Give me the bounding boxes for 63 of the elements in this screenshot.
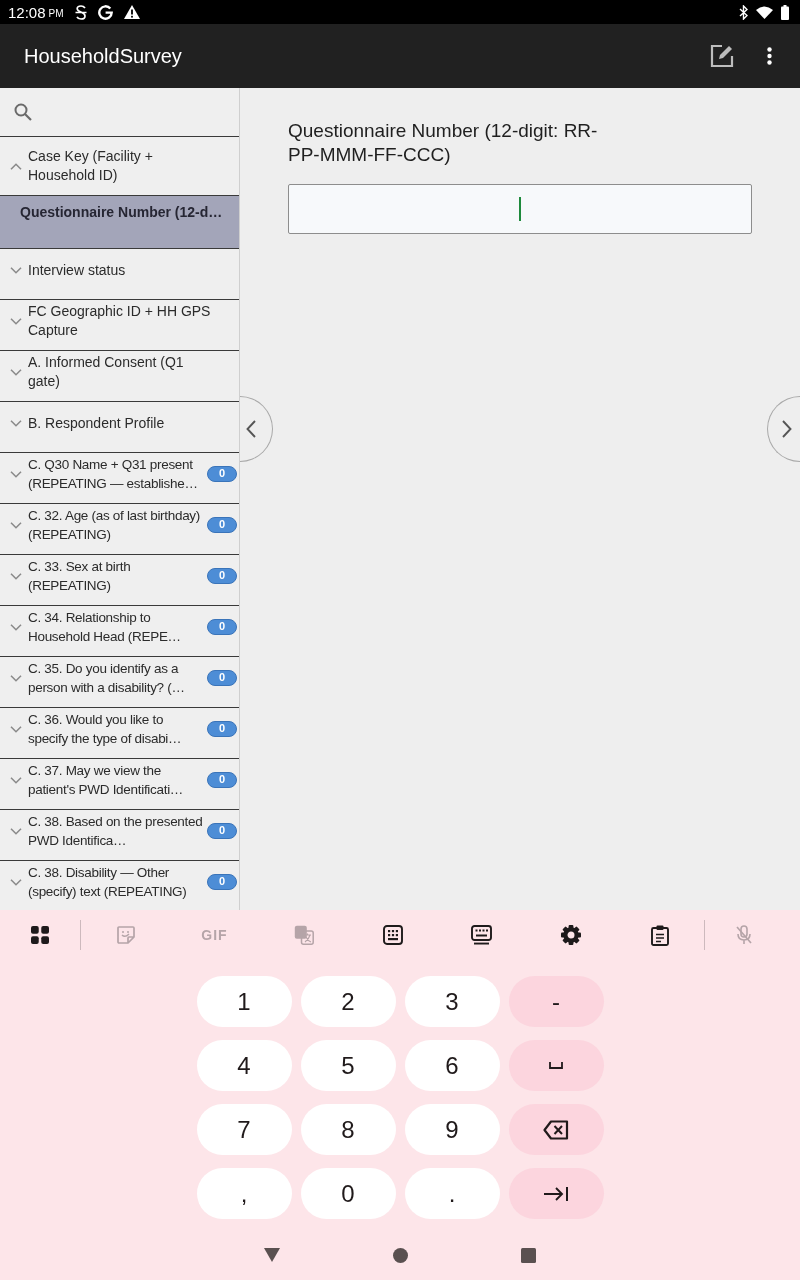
search-icon — [14, 103, 32, 121]
battery-icon — [781, 4, 789, 20]
chevron-right-icon — [782, 420, 792, 438]
key[interactable]: 6 — [404, 1040, 500, 1091]
clock-time: 12:08 — [8, 3, 46, 21]
clipboard-icon[interactable] — [650, 924, 669, 946]
count-badge: 0 — [207, 874, 237, 890]
section-item[interactable]: B. Respondent Profile — [0, 402, 239, 453]
grid-icon[interactable] — [31, 926, 49, 944]
question-label: Questionnaire Number (12-digit: RR-PP-MMM-FF-CCC) — [288, 119, 599, 167]
home-icon[interactable] — [393, 1247, 408, 1263]
section-item[interactable]: Interview status — [0, 249, 239, 300]
key[interactable]: , — [196, 1168, 292, 1219]
settings-icon[interactable] — [560, 925, 581, 945]
section-item[interactable]: C. 34. Relationship to Household Head (REPE… 0 — [0, 606, 239, 657]
count-badge: 0 — [207, 517, 237, 533]
backspace-key[interactable] — [508, 1104, 604, 1155]
section-item[interactable]: C. 32. Age (as of last birthday) (REPEATING) 0 — [0, 504, 239, 555]
key[interactable]: 1 — [196, 976, 292, 1027]
section-item[interactable]: C. 33. Sex at birth (REPEATING) 0 — [0, 555, 239, 606]
section-item[interactable]: C. 38. Based on the presented PWD Identifica… 0 — [0, 810, 239, 861]
recents-icon[interactable] — [521, 1247, 536, 1263]
keyboard-icon[interactable] — [471, 925, 492, 945]
count-badge: 0 — [207, 568, 237, 584]
clock-period: PM — [48, 8, 64, 19]
key[interactable]: 9 — [404, 1104, 500, 1155]
wifi-icon — [756, 5, 773, 19]
key[interactable]: 0 — [300, 1168, 396, 1219]
section-item[interactable]: C. 36. Would you like to specify the type of disabi… 0 — [0, 708, 239, 759]
key[interactable]: - — [508, 976, 604, 1027]
key[interactable]: 5 — [300, 1040, 396, 1091]
count-badge: 0 — [207, 466, 237, 482]
g-logo-icon — [97, 4, 113, 20]
key[interactable]: 3 — [404, 976, 500, 1027]
more-options-icon[interactable] — [767, 47, 772, 65]
section-item[interactable]: C. 37. May we view the patient's PWD Identificati… 0 — [0, 759, 239, 810]
app-title: HouseholdSurvey — [24, 44, 182, 68]
count-badge: 0 — [207, 823, 237, 839]
count-badge: 0 — [207, 721, 237, 737]
key[interactable]: 7 — [196, 1104, 292, 1155]
back-icon[interactable] — [264, 1248, 280, 1262]
section-item[interactable]: C. 35. Do you identify as a person with a disability? (… 0 — [0, 657, 239, 708]
tab-icon — [543, 1185, 569, 1202]
count-badge: 0 — [207, 670, 237, 686]
edit-icon[interactable] — [710, 44, 734, 68]
numpad-icon[interactable] — [382, 925, 403, 945]
key[interactable]: 8 — [300, 1104, 396, 1155]
count-badge: 0 — [207, 619, 237, 635]
section-item[interactable]: C. Q30 Name + Q31 present (REPEATING — establishe… 0 — [0, 453, 239, 504]
answer-field[interactable] — [288, 184, 752, 234]
bluetooth-icon — [739, 4, 748, 20]
warning-icon — [123, 5, 140, 19]
key[interactable]: . — [404, 1168, 500, 1219]
key[interactable]: 2 — [300, 976, 396, 1027]
key[interactable]: 4 — [196, 1040, 292, 1091]
section-item[interactable]: FC Geographic ID + HH GPS Capture — [0, 300, 239, 351]
backspace-icon — [543, 1119, 569, 1140]
space-icon — [549, 1062, 563, 1069]
strikethrough-s-icon — [74, 4, 87, 20]
section-item[interactable]: A. Informed Consent (Q1 gate) — [0, 351, 239, 402]
field-item[interactable]: Questionnaire Number (12-d… — [0, 196, 239, 249]
chevron-left-icon — [246, 420, 256, 438]
count-badge: 0 — [207, 772, 237, 788]
